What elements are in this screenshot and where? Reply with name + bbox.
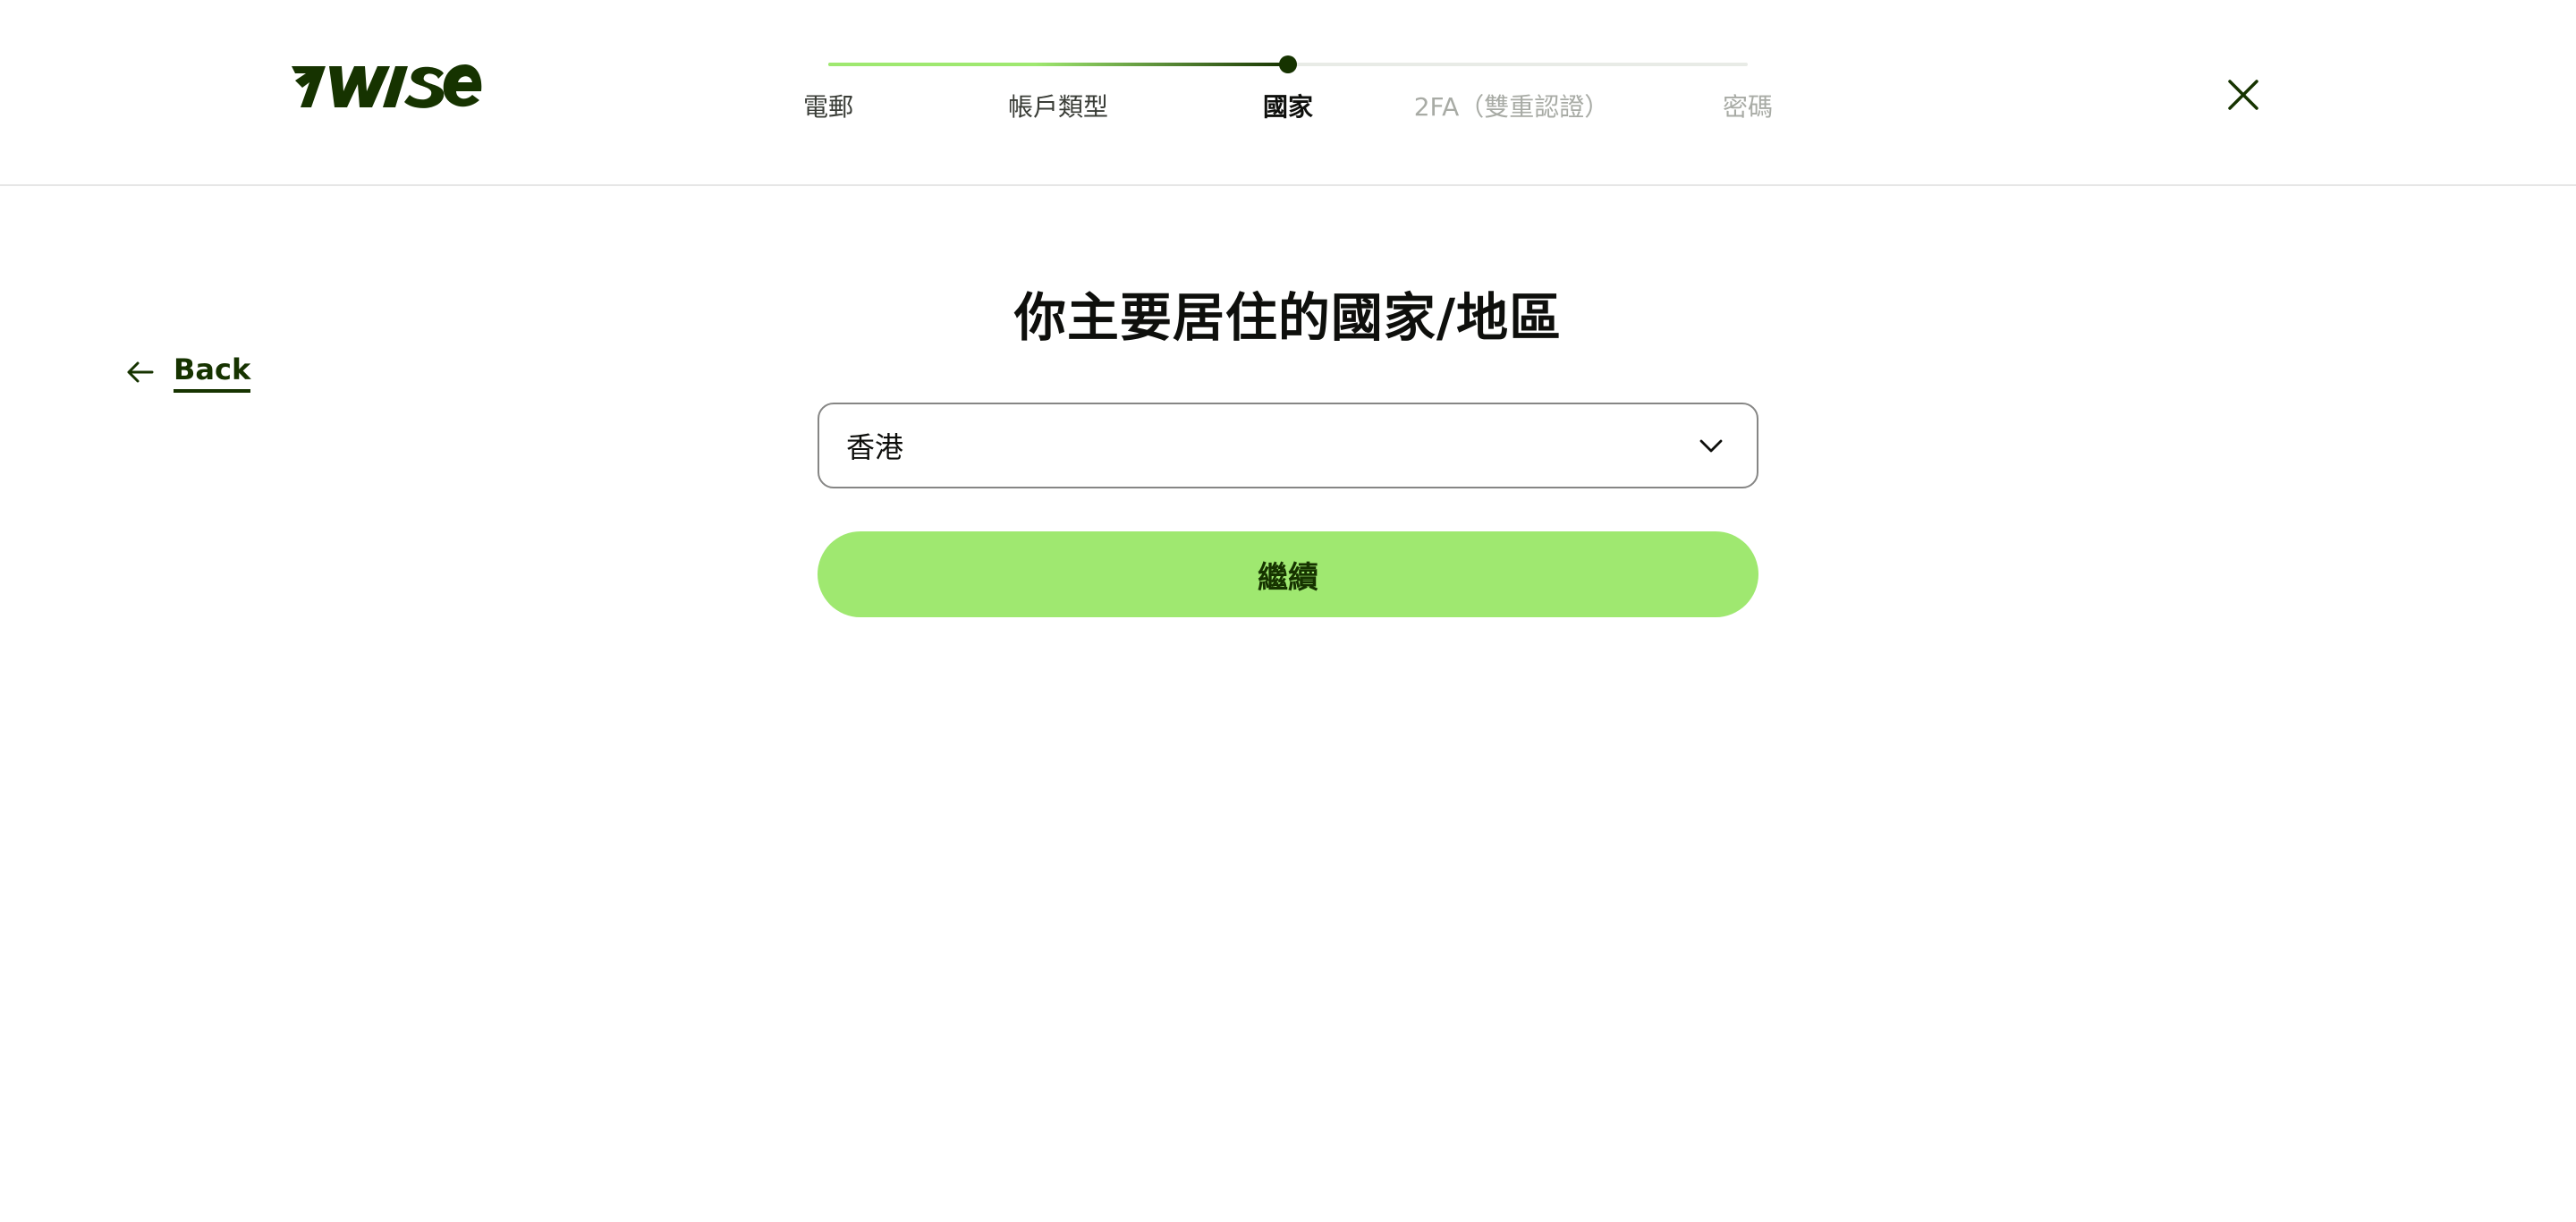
country-select-value: 香港	[846, 430, 904, 464]
step-account-type: 帳戶類型	[1007, 92, 1109, 122]
progress-current-dot	[1279, 55, 1297, 73]
country-select[interactable]: 香港	[818, 403, 1758, 488]
close-button[interactable]	[2222, 73, 2265, 116]
page: 電郵 帳戶類型 國家 2FA（雙重認證） 密碼 Back 你主要居住的國家/地區…	[0, 0, 2576, 1222]
continue-button[interactable]: 繼續	[818, 531, 1758, 617]
step-email: 電郵	[802, 92, 854, 122]
wise-logo[interactable]	[290, 61, 483, 113]
step-country: 國家	[1262, 92, 1314, 122]
progress-stepper: 電郵 帳戶類型 國家 2FA（雙重認證） 密碼	[787, 45, 1789, 134]
back-label: Back	[174, 352, 251, 393]
step-2fa: 2FA（雙重認證）	[1413, 92, 1610, 122]
step-password: 密碼	[1722, 92, 1774, 122]
main-content: 你主要居住的國家/地區 香港 繼續	[818, 268, 1758, 617]
chevron-down-icon	[1698, 432, 1724, 459]
wise-logo-mark	[292, 64, 482, 108]
back-link[interactable]: Back	[125, 349, 251, 395]
close-icon	[2228, 80, 2258, 110]
page-title: 你主要居住的國家/地區	[1013, 287, 1563, 348]
header: 電郵 帳戶類型 國家 2FA（雙重認證） 密碼	[0, 0, 2576, 186]
progress-fill	[828, 63, 1288, 66]
arrow-left-icon	[125, 357, 156, 387]
progress-track	[828, 55, 1748, 73]
